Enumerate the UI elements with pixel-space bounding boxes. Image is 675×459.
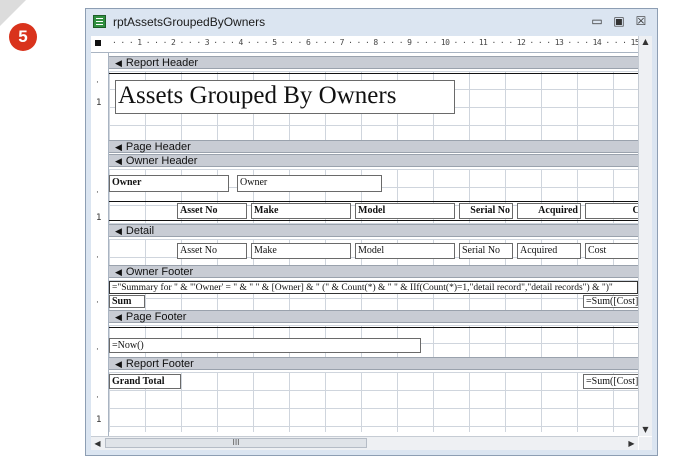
design-surface: · · · 1 · · · 2 · · · 3 · · · 4 · · · 5 … xyxy=(91,36,652,450)
section-arrow-icon: ◀ xyxy=(115,142,122,152)
ruler-mark: · xyxy=(96,345,99,355)
section-arrow-icon: ◀ xyxy=(115,359,122,369)
section-label: Detail xyxy=(125,225,155,237)
section-arrow-icon: ◀ xyxy=(115,156,122,166)
window-title: rptAssetsGroupedByOwners xyxy=(113,15,266,29)
ruler-mark: 1 xyxy=(96,213,102,223)
vertical-scrollbar[interactable]: ▲ ▼ xyxy=(638,36,652,436)
scroll-up-icon[interactable]: ▲ xyxy=(639,36,652,48)
summary-expression[interactable]: ="Summary for " & "'Owner' = " & " " & [… xyxy=(109,281,638,294)
page-footer-area: =Now() xyxy=(109,325,638,357)
scroll-left-icon[interactable]: ◀ xyxy=(91,437,104,450)
close-button[interactable]: ☒ xyxy=(630,13,652,29)
maximize-button[interactable]: ▣ xyxy=(608,13,630,29)
section-label: Owner Footer xyxy=(125,266,194,278)
section-arrow-icon: ◀ xyxy=(115,267,122,277)
owner-footer-area: ="Summary for " & "'Owner' = " & " " & [… xyxy=(109,280,652,310)
report-header-area: Assets Grouped By Owners xyxy=(109,71,638,140)
horizontal-scrollbar[interactable]: ◀ III ▶ xyxy=(91,436,638,450)
section-label: Page Header xyxy=(125,141,191,153)
section-label: Report Header xyxy=(125,57,199,69)
detail-field[interactable]: Make xyxy=(251,243,351,259)
ruler-mark: · xyxy=(96,78,99,88)
detail-area: Asset No Make Model Serial No Acquired C… xyxy=(109,239,652,265)
horizontal-ruler[interactable]: · · · 1 · · · 2 · · · 3 · · · 4 · · · 5 … xyxy=(91,36,652,53)
column-header[interactable]: Asset No xyxy=(177,203,247,219)
section-label: Report Footer xyxy=(125,358,194,370)
divider-line xyxy=(109,73,638,74)
column-header[interactable]: Model xyxy=(355,203,455,219)
report-design-window: rptAssetsGroupedByOwners ▭ ▣ ☒ · · · 1 ·… xyxy=(85,8,658,456)
column-header[interactable]: Serial No xyxy=(459,203,513,219)
report-header-bar[interactable]: ◀ Report Header xyxy=(109,56,638,69)
detail-field[interactable]: Asset No xyxy=(177,243,247,259)
report-icon[interactable] xyxy=(93,15,106,28)
ruler-scale: · · · 1 · · · 2 · · · 3 · · · 4 · · · 5 … xyxy=(112,38,648,47)
divider-line xyxy=(109,327,638,328)
owner-header-bar[interactable]: ◀ Owner Header xyxy=(109,154,638,167)
divider-line xyxy=(109,201,638,202)
vertical-ruler[interactable]: · 1 · 1 · · · · 1 xyxy=(91,53,109,436)
report-footer-area: Grand Total =Sum([Cost]) xyxy=(109,372,652,432)
column-header[interactable]: Acquired xyxy=(517,203,581,219)
ruler-mark: 1 xyxy=(96,98,102,108)
page-header-bar[interactable]: ◀ Page Header xyxy=(109,140,638,153)
column-header[interactable]: Make xyxy=(251,203,351,219)
scroll-down-icon[interactable]: ▼ xyxy=(639,424,652,436)
report-selector[interactable] xyxy=(91,36,108,52)
section-arrow-icon: ◀ xyxy=(115,312,122,322)
report-title-label[interactable]: Assets Grouped By Owners xyxy=(115,80,455,114)
section-label: Owner Header xyxy=(125,155,198,167)
owner-label[interactable]: Owner xyxy=(109,175,229,192)
scroll-right-icon[interactable]: ▶ xyxy=(625,437,638,450)
page-footer-bar[interactable]: ◀ Page Footer xyxy=(109,310,638,323)
step-number-badge: 5 xyxy=(9,23,37,51)
owner-header-area: Owner Owner Asset No Make Model Serial N… xyxy=(109,169,652,224)
owner-footer-bar[interactable]: ◀ Owner Footer xyxy=(109,265,638,278)
section-label: Page Footer xyxy=(125,311,187,323)
now-field[interactable]: =Now() xyxy=(109,338,421,353)
section-arrow-icon: ◀ xyxy=(115,58,122,68)
section-arrow-icon: ◀ xyxy=(115,226,122,236)
sum-label[interactable]: Sum xyxy=(109,295,145,308)
detail-field[interactable]: Acquired xyxy=(517,243,581,259)
scroll-thumb[interactable]: III xyxy=(105,438,367,448)
minimize-button[interactable]: ▭ xyxy=(586,13,608,29)
size-grip[interactable] xyxy=(639,437,652,450)
ruler-mark: · xyxy=(96,298,99,308)
grand-total-label[interactable]: Grand Total xyxy=(109,374,181,389)
detail-bar[interactable]: ◀ Detail xyxy=(109,224,638,237)
ruler-mark: · xyxy=(96,253,99,263)
detail-field[interactable]: Model xyxy=(355,243,455,259)
owner-field[interactable]: Owner xyxy=(237,175,382,192)
ruler-mark: · xyxy=(96,188,99,198)
ruler-mark: · xyxy=(96,393,99,403)
detail-field[interactable]: Serial No xyxy=(459,243,513,259)
report-footer-bar[interactable]: ◀ Report Footer xyxy=(109,357,638,370)
divider-line xyxy=(109,220,638,221)
title-bar[interactable]: rptAssetsGroupedByOwners ▭ ▣ ☒ xyxy=(86,9,657,36)
ruler-mark: 1 xyxy=(96,415,102,425)
